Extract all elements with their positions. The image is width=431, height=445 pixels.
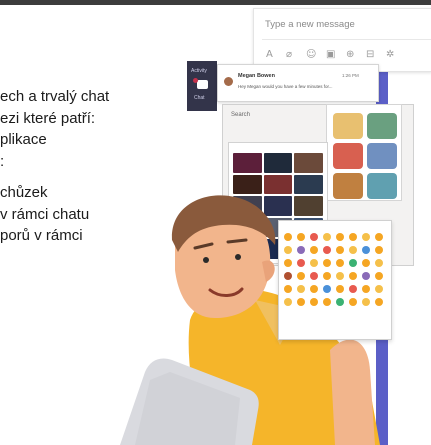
emoji-icon[interactable] [284, 259, 292, 267]
emoji-icon[interactable] [310, 298, 318, 306]
emoji-icon[interactable] [336, 259, 344, 267]
emoji-icon[interactable] [362, 285, 370, 293]
emoji-icon[interactable] [284, 233, 292, 241]
emoji-icon[interactable] [349, 272, 357, 280]
laptop-logo-icon [90, 405, 98, 408]
emoji-icon[interactable] [375, 285, 383, 293]
emoji-icon[interactable] [323, 272, 331, 280]
emoji-icon[interactable] [310, 246, 318, 254]
emoji-icon[interactable] [336, 272, 344, 280]
emoji-icon[interactable] [310, 233, 318, 241]
emoji-icon[interactable] [362, 259, 370, 267]
emoji-icon[interactable] [310, 285, 318, 293]
emoji-icon[interactable] [310, 272, 318, 280]
emoji-icon[interactable] [336, 285, 344, 293]
emoji-icon[interactable] [284, 272, 292, 280]
emoji-icon[interactable] [362, 298, 370, 306]
emoji-icon[interactable] [362, 272, 370, 280]
emoji-icon[interactable] [297, 285, 305, 293]
emoji-icon[interactable] [310, 259, 318, 267]
emoji-icon[interactable] [349, 285, 357, 293]
eye-right [235, 254, 241, 260]
emoji-icon[interactable] [297, 259, 305, 267]
arm-shape [330, 339, 375, 445]
emoji-icon[interactable] [297, 233, 305, 241]
emoji-icon[interactable] [297, 246, 305, 254]
emoji-icon[interactable] [297, 298, 305, 306]
emoji-icon[interactable] [375, 246, 383, 254]
emoji-icon[interactable] [323, 233, 331, 241]
emoji-icon[interactable] [323, 298, 331, 306]
emoji-icon[interactable] [349, 259, 357, 267]
emoji-icon[interactable] [336, 233, 344, 241]
emoji-icon[interactable] [297, 272, 305, 280]
emoji-icon[interactable] [349, 298, 357, 306]
emoji-icon[interactable] [284, 285, 292, 293]
emoji-icon[interactable] [323, 285, 331, 293]
emoji-icon[interactable] [375, 272, 383, 280]
emoji-icon[interactable] [362, 233, 370, 241]
emoji-picker [278, 220, 392, 340]
emoji-icon[interactable] [336, 298, 344, 306]
emoji-icon[interactable] [336, 246, 344, 254]
emoji-icon[interactable] [375, 233, 383, 241]
emoji-icon[interactable] [284, 298, 292, 306]
emoji-icon[interactable] [284, 246, 292, 254]
emoji-icon[interactable] [362, 246, 370, 254]
eyebrow-right [226, 238, 248, 244]
emoji-icon[interactable] [349, 233, 357, 241]
eye-left [203, 257, 209, 263]
laptop-logo-icon-2 [100, 405, 108, 408]
emoji-icon[interactable] [375, 298, 383, 306]
emoji-icon[interactable] [349, 246, 357, 254]
emoji-icon[interactable] [375, 259, 383, 267]
emoji-grid [284, 233, 385, 308]
emoji-icon[interactable] [323, 246, 331, 254]
emoji-icon[interactable] [323, 259, 331, 267]
